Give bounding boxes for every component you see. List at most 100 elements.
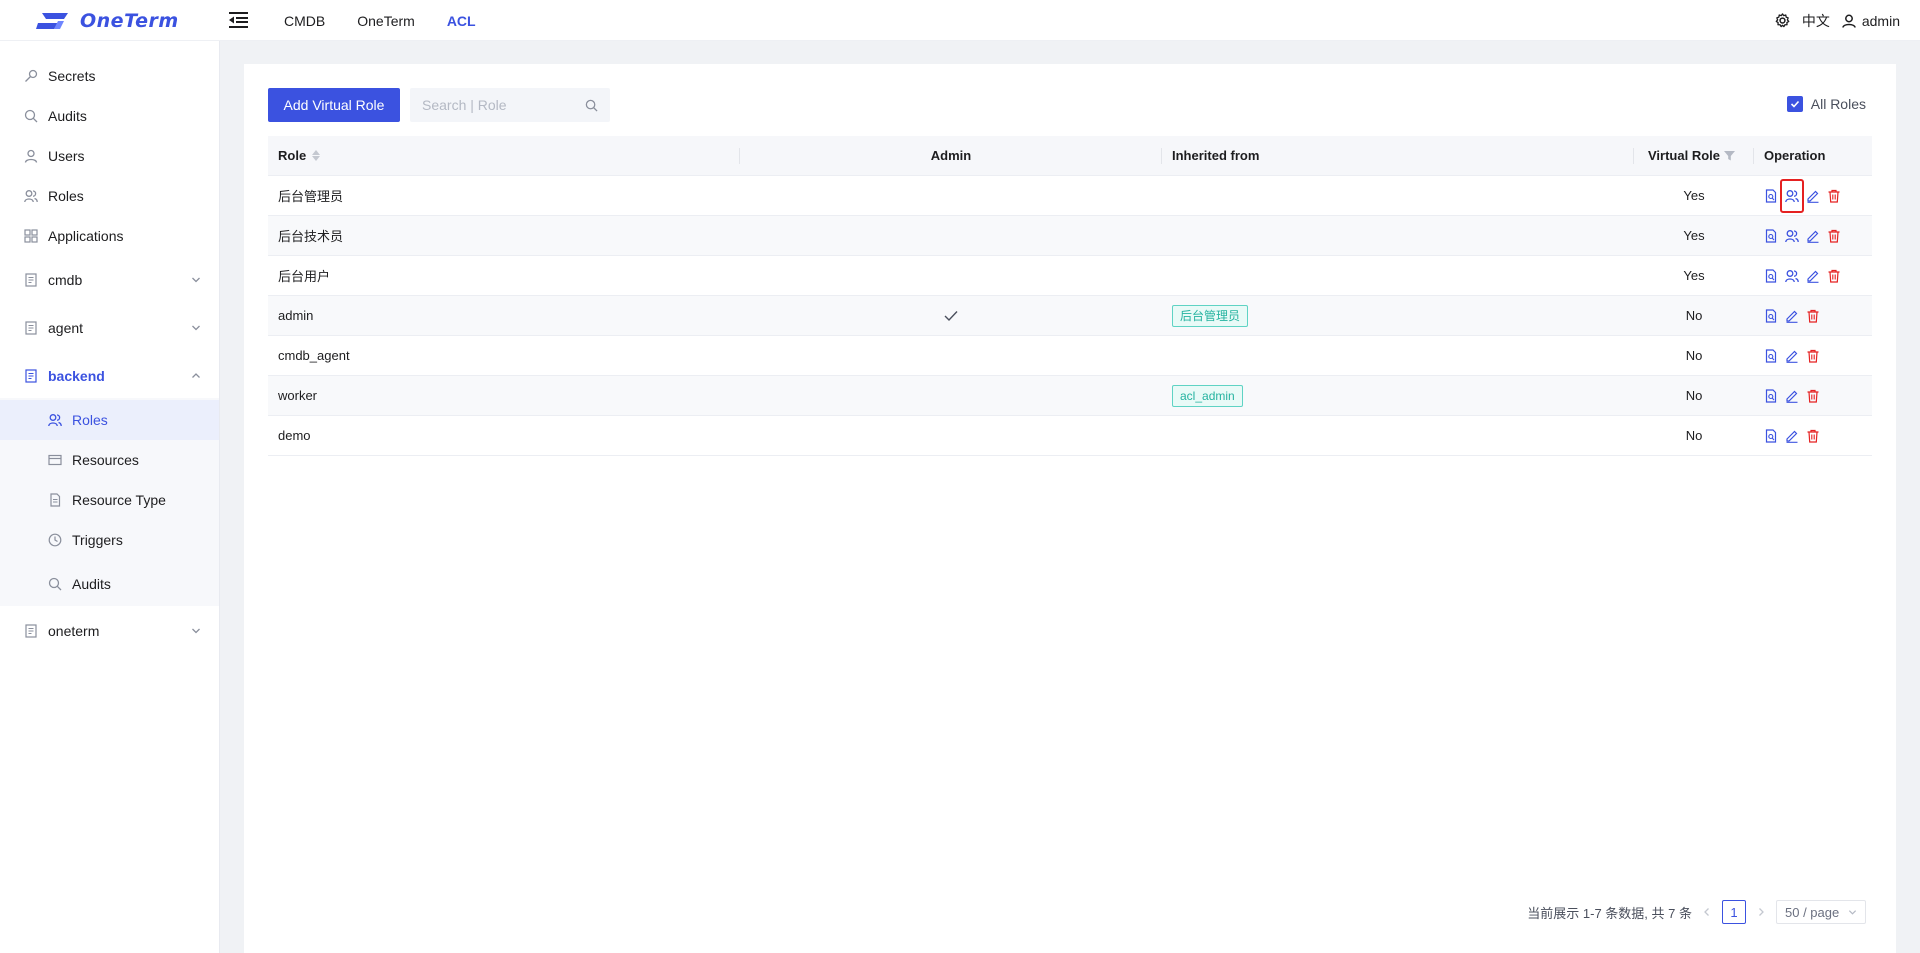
cell-inherited — [1162, 336, 1634, 375]
settings-icon[interactable] — [1775, 13, 1790, 28]
cell-virtual-role: Yes — [1634, 256, 1754, 295]
role-users-icon[interactable] — [1785, 229, 1799, 243]
edit-icon[interactable] — [1785, 309, 1799, 323]
view-permissions-icon[interactable] — [1764, 348, 1778, 363]
chevron-down-icon — [192, 628, 200, 634]
sidebar-item-backend-roles[interactable]: Roles — [0, 400, 219, 440]
sidebar-item-roles[interactable]: Roles — [0, 176, 219, 216]
sidebar-group-cmdb[interactable]: cmdb — [0, 260, 219, 300]
edit-icon[interactable] — [1806, 269, 1820, 283]
page-number-1[interactable]: 1 — [1722, 900, 1746, 924]
check-icon — [1790, 100, 1799, 108]
nav-cmdb[interactable]: CMDB — [284, 13, 325, 29]
edit-icon[interactable] — [1785, 349, 1799, 363]
edit-icon[interactable] — [1785, 389, 1799, 403]
sidebar-item-secrets[interactable]: Secrets — [0, 56, 219, 96]
role-search-input[interactable] — [410, 88, 570, 122]
chevron-down-icon — [1848, 909, 1857, 915]
sidebar-item-backend-audits[interactable]: Audits — [0, 564, 219, 604]
role-users-icon[interactable] — [1780, 178, 1804, 213]
cell-admin — [740, 376, 1162, 415]
roles-table: Role Admin Inherited from Virtual Role O… — [268, 136, 1872, 456]
sidebar-item-users[interactable]: Users — [0, 136, 219, 176]
view-permissions-icon[interactable] — [1764, 228, 1778, 243]
cell-inherited — [1162, 176, 1634, 215]
delete-icon[interactable] — [1806, 349, 1820, 363]
virtual-role-value: Yes — [1683, 268, 1705, 283]
document-icon — [25, 624, 37, 638]
filter-icon[interactable] — [1724, 150, 1736, 161]
sidebar-group-agent[interactable]: agent — [0, 308, 219, 348]
edit-icon[interactable] — [1785, 429, 1799, 443]
cell-virtual-role: Yes — [1634, 216, 1754, 255]
logo[interactable]: OneTerm — [36, 10, 179, 32]
user-menu[interactable]: admin — [1842, 13, 1900, 29]
column-label: Virtual Role — [1648, 148, 1721, 163]
view-permissions-icon[interactable] — [1764, 308, 1778, 323]
sort-icon[interactable] — [312, 150, 321, 161]
sidebar-item-audits[interactable]: Audits — [0, 96, 219, 136]
inherited-role-tag: acl_admin — [1172, 384, 1243, 407]
column-header-admin: Admin — [740, 136, 1162, 175]
role-name: demo — [278, 428, 311, 443]
nav-acl[interactable]: ACL — [447, 13, 476, 29]
column-header-virtual-role[interactable]: Virtual Role — [1634, 136, 1754, 175]
menu-fold-icon[interactable] — [229, 11, 249, 29]
delete-icon[interactable] — [1806, 309, 1820, 323]
sidebar-item-backend-resource-type[interactable]: Resource Type — [0, 480, 219, 520]
checkbox-checked[interactable] — [1786, 96, 1803, 112]
cell-role: 后台管理员 — [268, 176, 740, 215]
sidebar-item-applications[interactable]: Applications — [0, 216, 219, 256]
edit-icon[interactable] — [1806, 189, 1820, 203]
view-permissions-icon[interactable] — [1764, 188, 1778, 203]
sidebar-group-oneterm[interactable]: oneterm — [0, 611, 219, 651]
cell-inherited — [1162, 256, 1634, 295]
view-permissions-icon[interactable] — [1764, 388, 1778, 403]
table-row: demo No — [268, 416, 1872, 456]
sidebar-group-backend[interactable]: backend — [0, 356, 219, 396]
add-virtual-role-button[interactable]: Add Virtual Role — [268, 88, 400, 122]
nav-oneterm[interactable]: OneTerm — [357, 13, 415, 29]
cell-inherited — [1162, 216, 1634, 255]
page-size-label: 50 / page — [1785, 904, 1840, 920]
roles-icon — [48, 414, 62, 427]
delete-icon[interactable] — [1806, 429, 1820, 443]
sidebar-item-label: Roles — [48, 188, 84, 204]
delete-icon[interactable] — [1827, 189, 1841, 203]
cell-inherited: 后台管理员 — [1162, 296, 1634, 335]
role-users-icon[interactable] — [1785, 269, 1799, 283]
sidebar-item-backend-triggers[interactable]: Triggers — [0, 520, 219, 560]
cell-operation — [1754, 416, 1872, 455]
key-icon — [25, 69, 38, 82]
column-header-role[interactable]: Role — [268, 136, 740, 175]
page-size-select[interactable]: 50 / page — [1776, 900, 1866, 924]
sidebar-item-label: Users — [48, 148, 85, 164]
table-row: 后台管理员 Yes — [268, 176, 1872, 216]
delete-icon[interactable] — [1827, 229, 1841, 243]
cell-inherited — [1162, 416, 1634, 455]
view-permissions-icon[interactable] — [1764, 428, 1778, 443]
search-icon[interactable] — [585, 99, 598, 112]
table-body: 后台管理员 Yes 后台技术员 Yes 后台用户 Yes admin 后台管理员… — [268, 176, 1872, 456]
cell-role: worker — [268, 376, 740, 415]
sidebar-item-label: Triggers — [72, 532, 123, 548]
role-name: worker — [278, 388, 318, 403]
edit-icon[interactable] — [1806, 229, 1820, 243]
main-card: Add Virtual Role All Roles Role Admin — [244, 64, 1896, 953]
sidebar-item-backend-resources[interactable]: Resources — [0, 440, 219, 480]
delete-icon[interactable] — [1827, 269, 1841, 283]
sidebar-item-label: Resource Type — [72, 492, 166, 508]
prev-page-icon[interactable] — [1702, 907, 1712, 917]
view-permissions-icon[interactable] — [1764, 268, 1778, 283]
delete-icon[interactable] — [1806, 389, 1820, 403]
table-row: 后台技术员 Yes — [268, 216, 1872, 256]
cell-admin — [740, 256, 1162, 295]
language-switch[interactable]: 中文 — [1802, 11, 1830, 31]
search-icon — [24, 109, 38, 123]
role-name: cmdb_agent — [278, 348, 350, 363]
virtual-role-value: Yes — [1683, 188, 1705, 203]
next-page-icon[interactable] — [1756, 907, 1766, 917]
column-label: Role — [278, 148, 307, 163]
all-roles-checkbox[interactable]: All Roles — [1786, 96, 1866, 112]
sidebar-item-label: Audits — [72, 576, 111, 592]
